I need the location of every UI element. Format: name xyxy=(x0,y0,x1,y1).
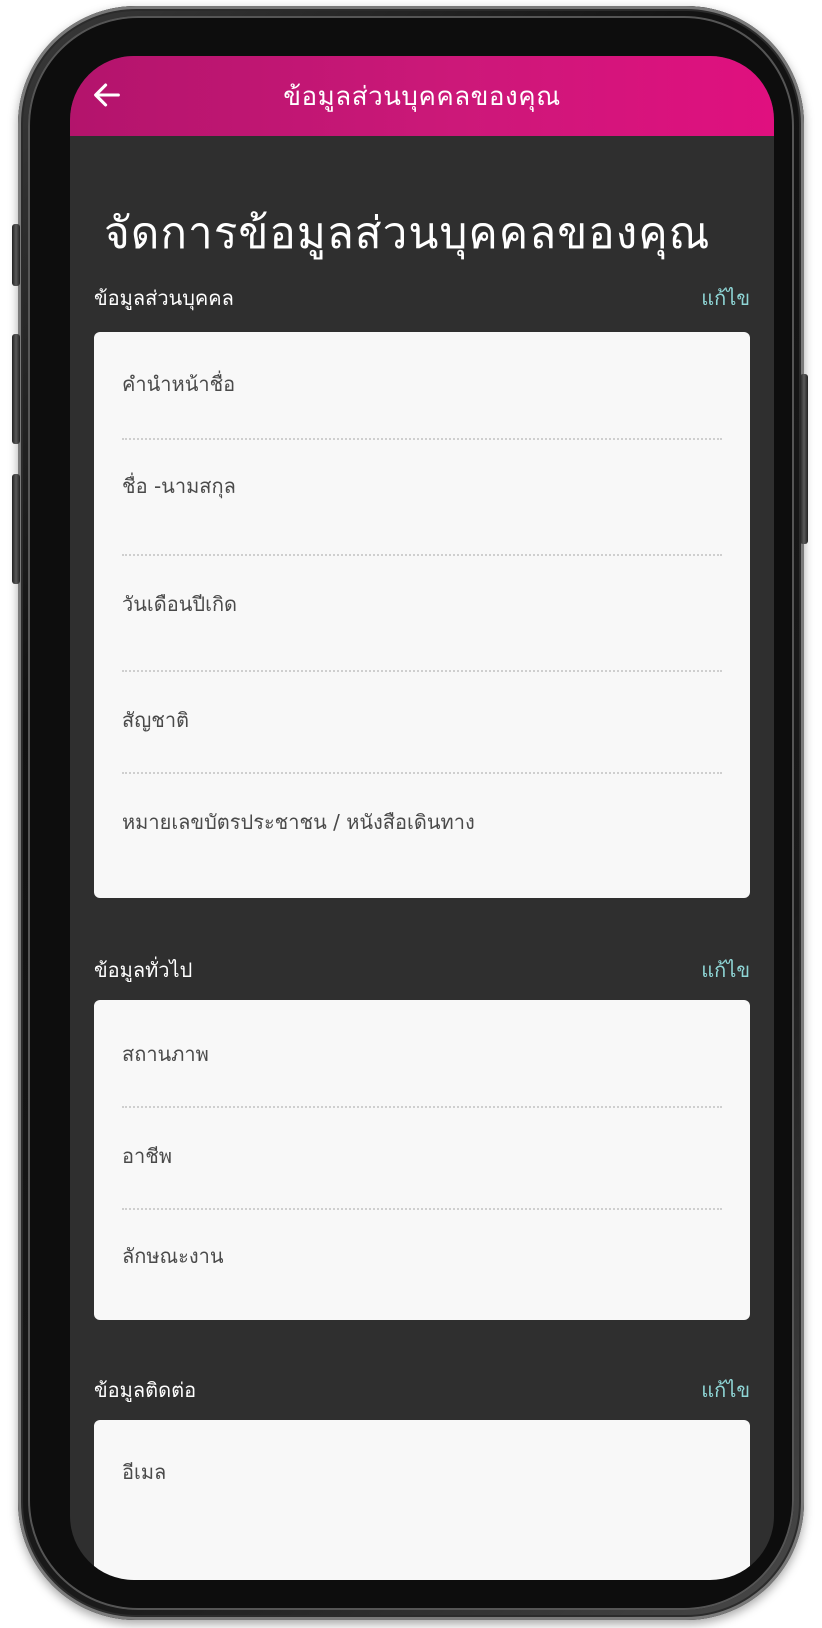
arrow-left-icon[interactable] xyxy=(90,78,124,112)
field-id-passport[interactable]: หมายเลขบัตรประชาชน / หนังสือเดินทาง xyxy=(122,806,722,838)
field-marital-status[interactable]: สถานภาพ xyxy=(122,1038,722,1070)
divider xyxy=(122,1106,722,1108)
section-header-personal: ข้อมูลส่วนบุคคล แก้ไข xyxy=(94,282,750,314)
personal-info-card: คำนำหน้าชื่อ ชื่อ -นามสกุล วันเดือนปีเกิ… xyxy=(94,332,750,898)
general-info-card: สถานภาพ อาชีพ ลักษณะงาน xyxy=(94,1000,750,1320)
section-title: ข้อมูลส่วนบุคคล xyxy=(94,286,234,310)
section-header-contact: ข้อมูลติดต่อ แก้ไข xyxy=(94,1374,750,1406)
volume-up-button xyxy=(12,334,20,444)
app-screen: ข้อมูลส่วนบุคคลของคุณ จัดการข้อมูลส่วนบุ… xyxy=(70,56,774,1580)
edit-contact-button[interactable]: แก้ไข xyxy=(701,1374,750,1406)
divider xyxy=(122,670,722,672)
field-birth-date[interactable]: วันเดือนปีเกิด xyxy=(122,588,722,620)
divider xyxy=(122,1208,722,1210)
divider xyxy=(122,438,722,440)
field-email[interactable]: อีเมล xyxy=(122,1456,722,1488)
divider xyxy=(122,772,722,774)
app-bar-title: ข้อมูลส่วนบุคคลของคุณ xyxy=(283,81,561,112)
contact-info-card: อีเมล xyxy=(94,1420,750,1580)
field-full-name[interactable]: ชื่อ -นามสกุล xyxy=(122,470,722,502)
divider xyxy=(122,554,722,556)
power-button xyxy=(800,374,808,544)
section-header-general: ข้อมูลทั่วไป แก้ไข xyxy=(94,954,750,986)
page-title: จัดการข้อมูลส่วนบุคคลของคุณ xyxy=(104,208,711,259)
field-nationality[interactable]: สัญชาติ xyxy=(122,704,722,736)
app-bar: ข้อมูลส่วนบุคคลของคุณ xyxy=(70,56,774,136)
field-title-prefix[interactable]: คำนำหน้าชื่อ xyxy=(122,368,722,400)
section-title: ข้อมูลติดต่อ xyxy=(94,1378,197,1402)
edit-personal-button[interactable]: แก้ไข xyxy=(701,282,750,314)
section-title: ข้อมูลทั่วไป xyxy=(94,958,193,982)
edit-general-button[interactable]: แก้ไข xyxy=(701,954,750,986)
field-job-type[interactable]: ลักษณะงาน xyxy=(122,1240,722,1272)
volume-down-button xyxy=(12,474,20,584)
silent-switch xyxy=(12,224,20,286)
field-occupation[interactable]: อาชีพ xyxy=(122,1140,722,1172)
